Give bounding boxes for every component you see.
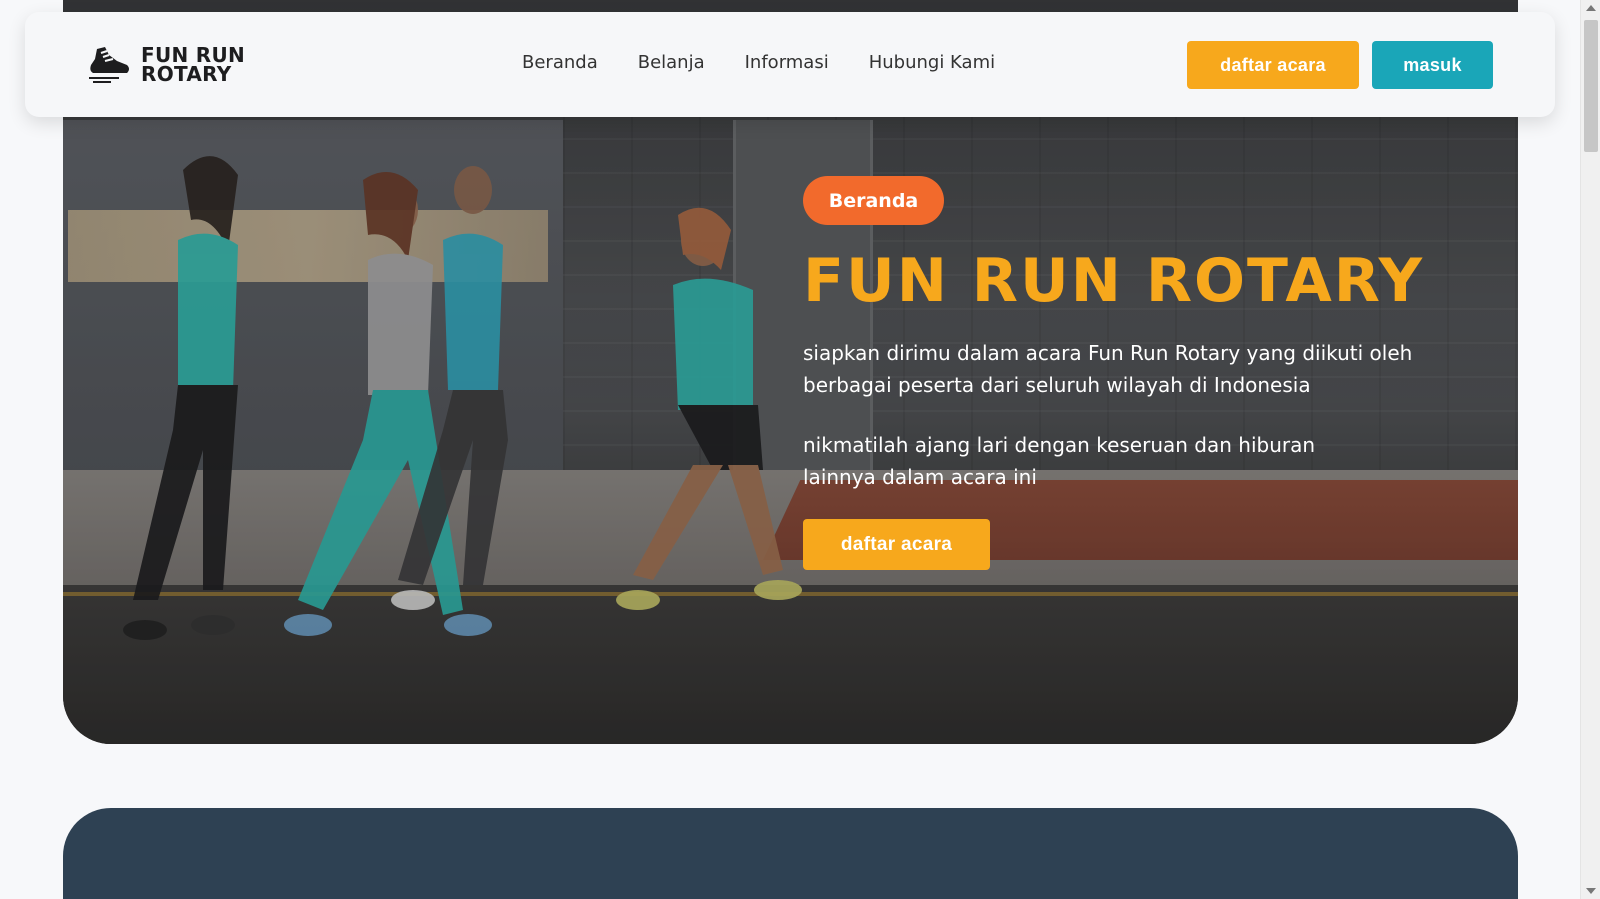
hero-description-2: nikmatilah ajang lari dengan keseruan da… (803, 433, 1316, 489)
logo-text: FUN RUN ROTARY (141, 45, 245, 86)
nav-link-hubungi-kami[interactable]: Hubungi Kami (869, 52, 995, 73)
hero-description-1: siapkan dirimu dalam acara Fun Run Rotar… (803, 341, 1413, 397)
hero-register-button[interactable]: daftar acara (803, 519, 990, 570)
login-button[interactable]: masuk (1372, 41, 1493, 89)
hero-title: FUN RUN ROTARY (803, 246, 1425, 316)
nav-link-informasi[interactable]: Informasi (745, 52, 829, 73)
nav-link-belanja[interactable]: Belanja (638, 52, 705, 73)
scroll-thumb[interactable] (1584, 20, 1598, 152)
register-button[interactable]: daftar acara (1187, 41, 1359, 89)
site-logo[interactable]: FUN RUN ROTARY (87, 45, 245, 85)
logo-line-2: ROTARY (141, 62, 232, 86)
top-navbar: FUN RUN ROTARY Beranda Belanja Informasi… (25, 12, 1555, 117)
nav-menu: Beranda Belanja Informasi Hubungi Kami (522, 52, 995, 73)
next-section (63, 808, 1518, 899)
scroll-down-icon[interactable] (1586, 888, 1596, 894)
page-badge: Beranda (803, 176, 944, 225)
scroll-up-icon[interactable] (1586, 5, 1596, 11)
running-shoe-icon (89, 47, 129, 83)
nav-link-beranda[interactable]: Beranda (522, 52, 598, 73)
page-scrollbar[interactable] (1580, 0, 1600, 899)
